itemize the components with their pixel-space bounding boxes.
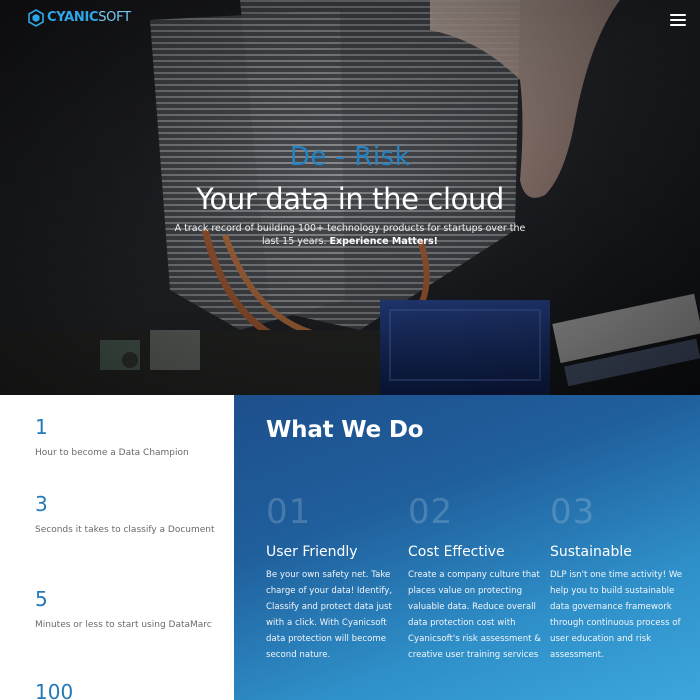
stat-item: 3 Seconds it takes to classify a Documen… xyxy=(35,492,225,538)
stat-label: Seconds it takes to classify a Document xyxy=(35,525,215,535)
logo-hexagon-icon xyxy=(28,9,44,27)
hero-subtitle: A track record of building 100+ technolo… xyxy=(170,222,530,248)
service-card-sustainable: 03 Sustainable DLP isn't one time activi… xyxy=(550,493,690,663)
service-title: Sustainable xyxy=(550,544,632,560)
section-title: What We Do xyxy=(266,417,424,443)
stat-label: Hour to become a Data Champion xyxy=(35,448,189,458)
service-card-user-friendly: 01 User Friendly Be your own safety net.… xyxy=(266,493,406,663)
stat-item: 5 Minutes or less to start using DataMar… xyxy=(35,587,225,633)
service-card-cost-effective: 02 Cost Effective Create a company cultu… xyxy=(408,493,548,663)
stat-item: 1 Hour to become a Data Champion xyxy=(35,415,225,461)
service-title: User Friendly xyxy=(266,544,358,560)
brand-logo[interactable]: CYANICSOFT xyxy=(28,8,131,28)
service-text: Create a company culture that places val… xyxy=(408,570,541,660)
service-text: DLP isn't one time activity! We help you… xyxy=(550,570,683,660)
hero-title: Your data in the cloud xyxy=(196,182,504,216)
service-number: 03 xyxy=(550,492,596,532)
stat-item: 100 xyxy=(35,680,225,700)
service-number: 02 xyxy=(408,492,454,532)
service-text: Be your own safety net. Take charge of y… xyxy=(266,570,393,660)
logo-brand-text: CYANIC xyxy=(47,10,99,25)
stat-number: 5 xyxy=(35,587,48,611)
stat-number: 1 xyxy=(35,415,48,439)
what-we-do-section: What We Do 01 User Friendly Be your own … xyxy=(234,395,700,700)
logo-soft-text: SOFT xyxy=(98,10,131,25)
hero-subtitle-emphasis: Experience Matters! xyxy=(329,236,438,247)
stats-column: 1 Hour to become a Data Champion 3 Secon… xyxy=(0,395,234,700)
stat-number: 3 xyxy=(35,492,48,516)
hero-section: CYANICSOFT De - Risk Your data in the cl… xyxy=(0,0,700,395)
stat-label: Minutes or less to start using DataMarc xyxy=(35,620,212,630)
logo-text: CYANICSOFT xyxy=(47,8,131,28)
service-title: Cost Effective xyxy=(408,544,505,560)
hamburger-menu-icon[interactable] xyxy=(670,14,686,26)
hero-kicker: De - Risk xyxy=(289,142,411,172)
stat-number: 100 xyxy=(35,680,74,700)
service-number: 01 xyxy=(266,492,312,532)
